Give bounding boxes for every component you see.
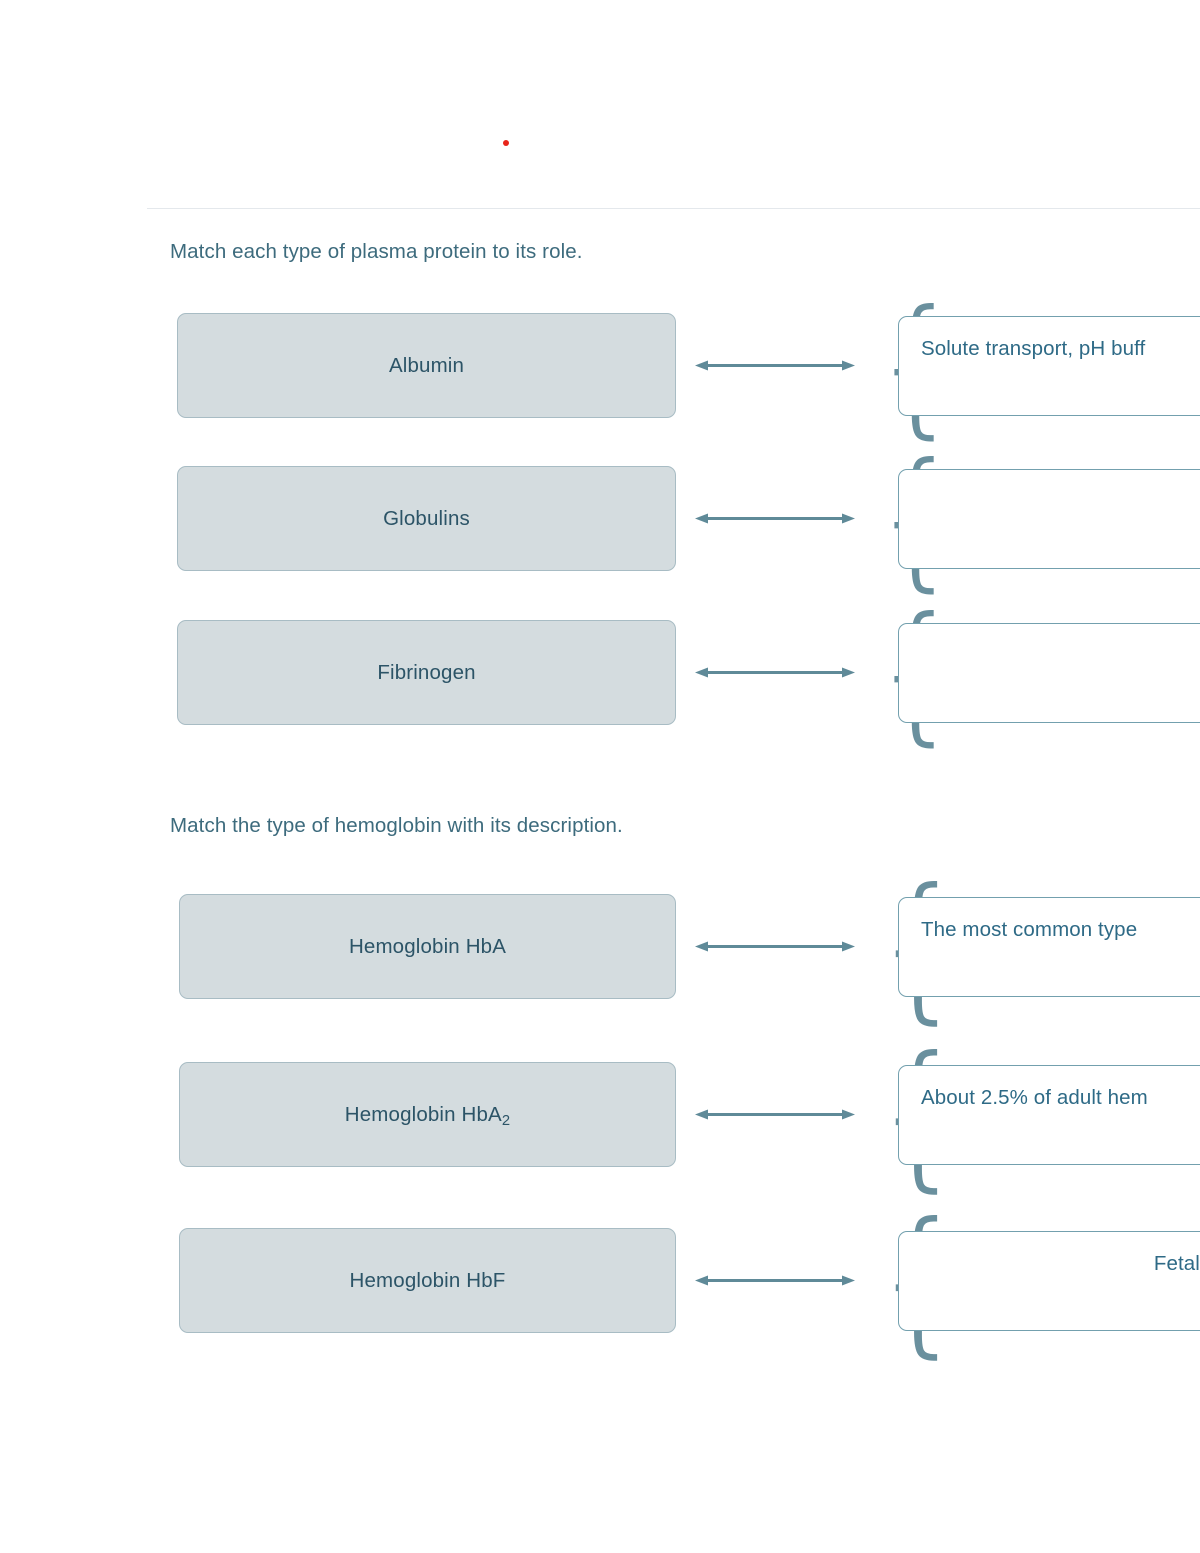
match-description-text: About 2.5% of adult hem (921, 1086, 1148, 1109)
match-description-text: Solute transport, pH buff (921, 337, 1146, 360)
match-term-label-base: Hemoglobin HbA (344, 1102, 502, 1126)
match-description-text: Fetal hemoglobin; conta ch (1153, 1252, 1200, 1275)
match-term-tile[interactable]: Albumin (177, 313, 676, 418)
double-arrow-icon (695, 513, 855, 524)
match-term-label: Fibrinogen (377, 660, 476, 684)
match-term-label: Hemoglobin HbF (349, 1268, 506, 1292)
match-description-tile[interactable] (898, 623, 1200, 723)
double-arrow-icon (695, 1275, 855, 1286)
match-term-label-subscript: 2 (501, 1112, 511, 1129)
section-heading-plasma-protein: Match each type of plasma protein to its… (170, 240, 583, 263)
match-description-tile[interactable]: Solute transport, pH buff (898, 316, 1200, 416)
match-description-text: The most common type (921, 918, 1138, 941)
match-term-tile[interactable]: Hemoglobin HbA2 (179, 1062, 676, 1167)
match-description-tile[interactable]: About 2.5% of adult hem (898, 1065, 1200, 1165)
match-row: Hemoglobin HbA { The most common type (179, 868, 1200, 1026)
match-term-label: Hemoglobin HbA2 (344, 1102, 511, 1129)
match-term-label: Hemoglobin HbA (348, 934, 507, 958)
match-term-label: Globulins (383, 506, 470, 530)
double-arrow-icon (695, 667, 855, 678)
match-row: Albumin { Solute transport, pH buff (177, 291, 1200, 441)
match-term-tile[interactable]: Fibrinogen (177, 620, 676, 725)
match-term-tile[interactable]: Hemoglobin HbF (179, 1228, 676, 1333)
match-description-tile[interactable]: Fetal hemoglobin; conta ch (898, 1231, 1200, 1331)
header-divider (147, 208, 1200, 209)
match-term-tile[interactable]: Globulins (177, 466, 676, 571)
match-row: Globulins { (177, 444, 1200, 594)
double-arrow-icon (695, 941, 855, 952)
double-arrow-icon (695, 360, 855, 371)
match-description-tile[interactable]: The most common type (898, 897, 1200, 997)
match-row: Hemoglobin HbF { Fetal hemoglobin; conta… (179, 1202, 1200, 1360)
match-term-tile[interactable]: Hemoglobin HbA (179, 894, 676, 999)
section-heading-hemoglobin: Match the type of hemoglobin with its de… (170, 814, 623, 837)
match-row: Hemoglobin HbA2 { About 2.5% of adult he… (179, 1036, 1200, 1194)
double-arrow-icon (695, 1109, 855, 1120)
match-term-label: Albumin (388, 353, 465, 377)
red-dot-marker (503, 140, 509, 146)
match-row: Fibrinogen { (177, 598, 1200, 748)
match-description-tile[interactable] (898, 469, 1200, 569)
